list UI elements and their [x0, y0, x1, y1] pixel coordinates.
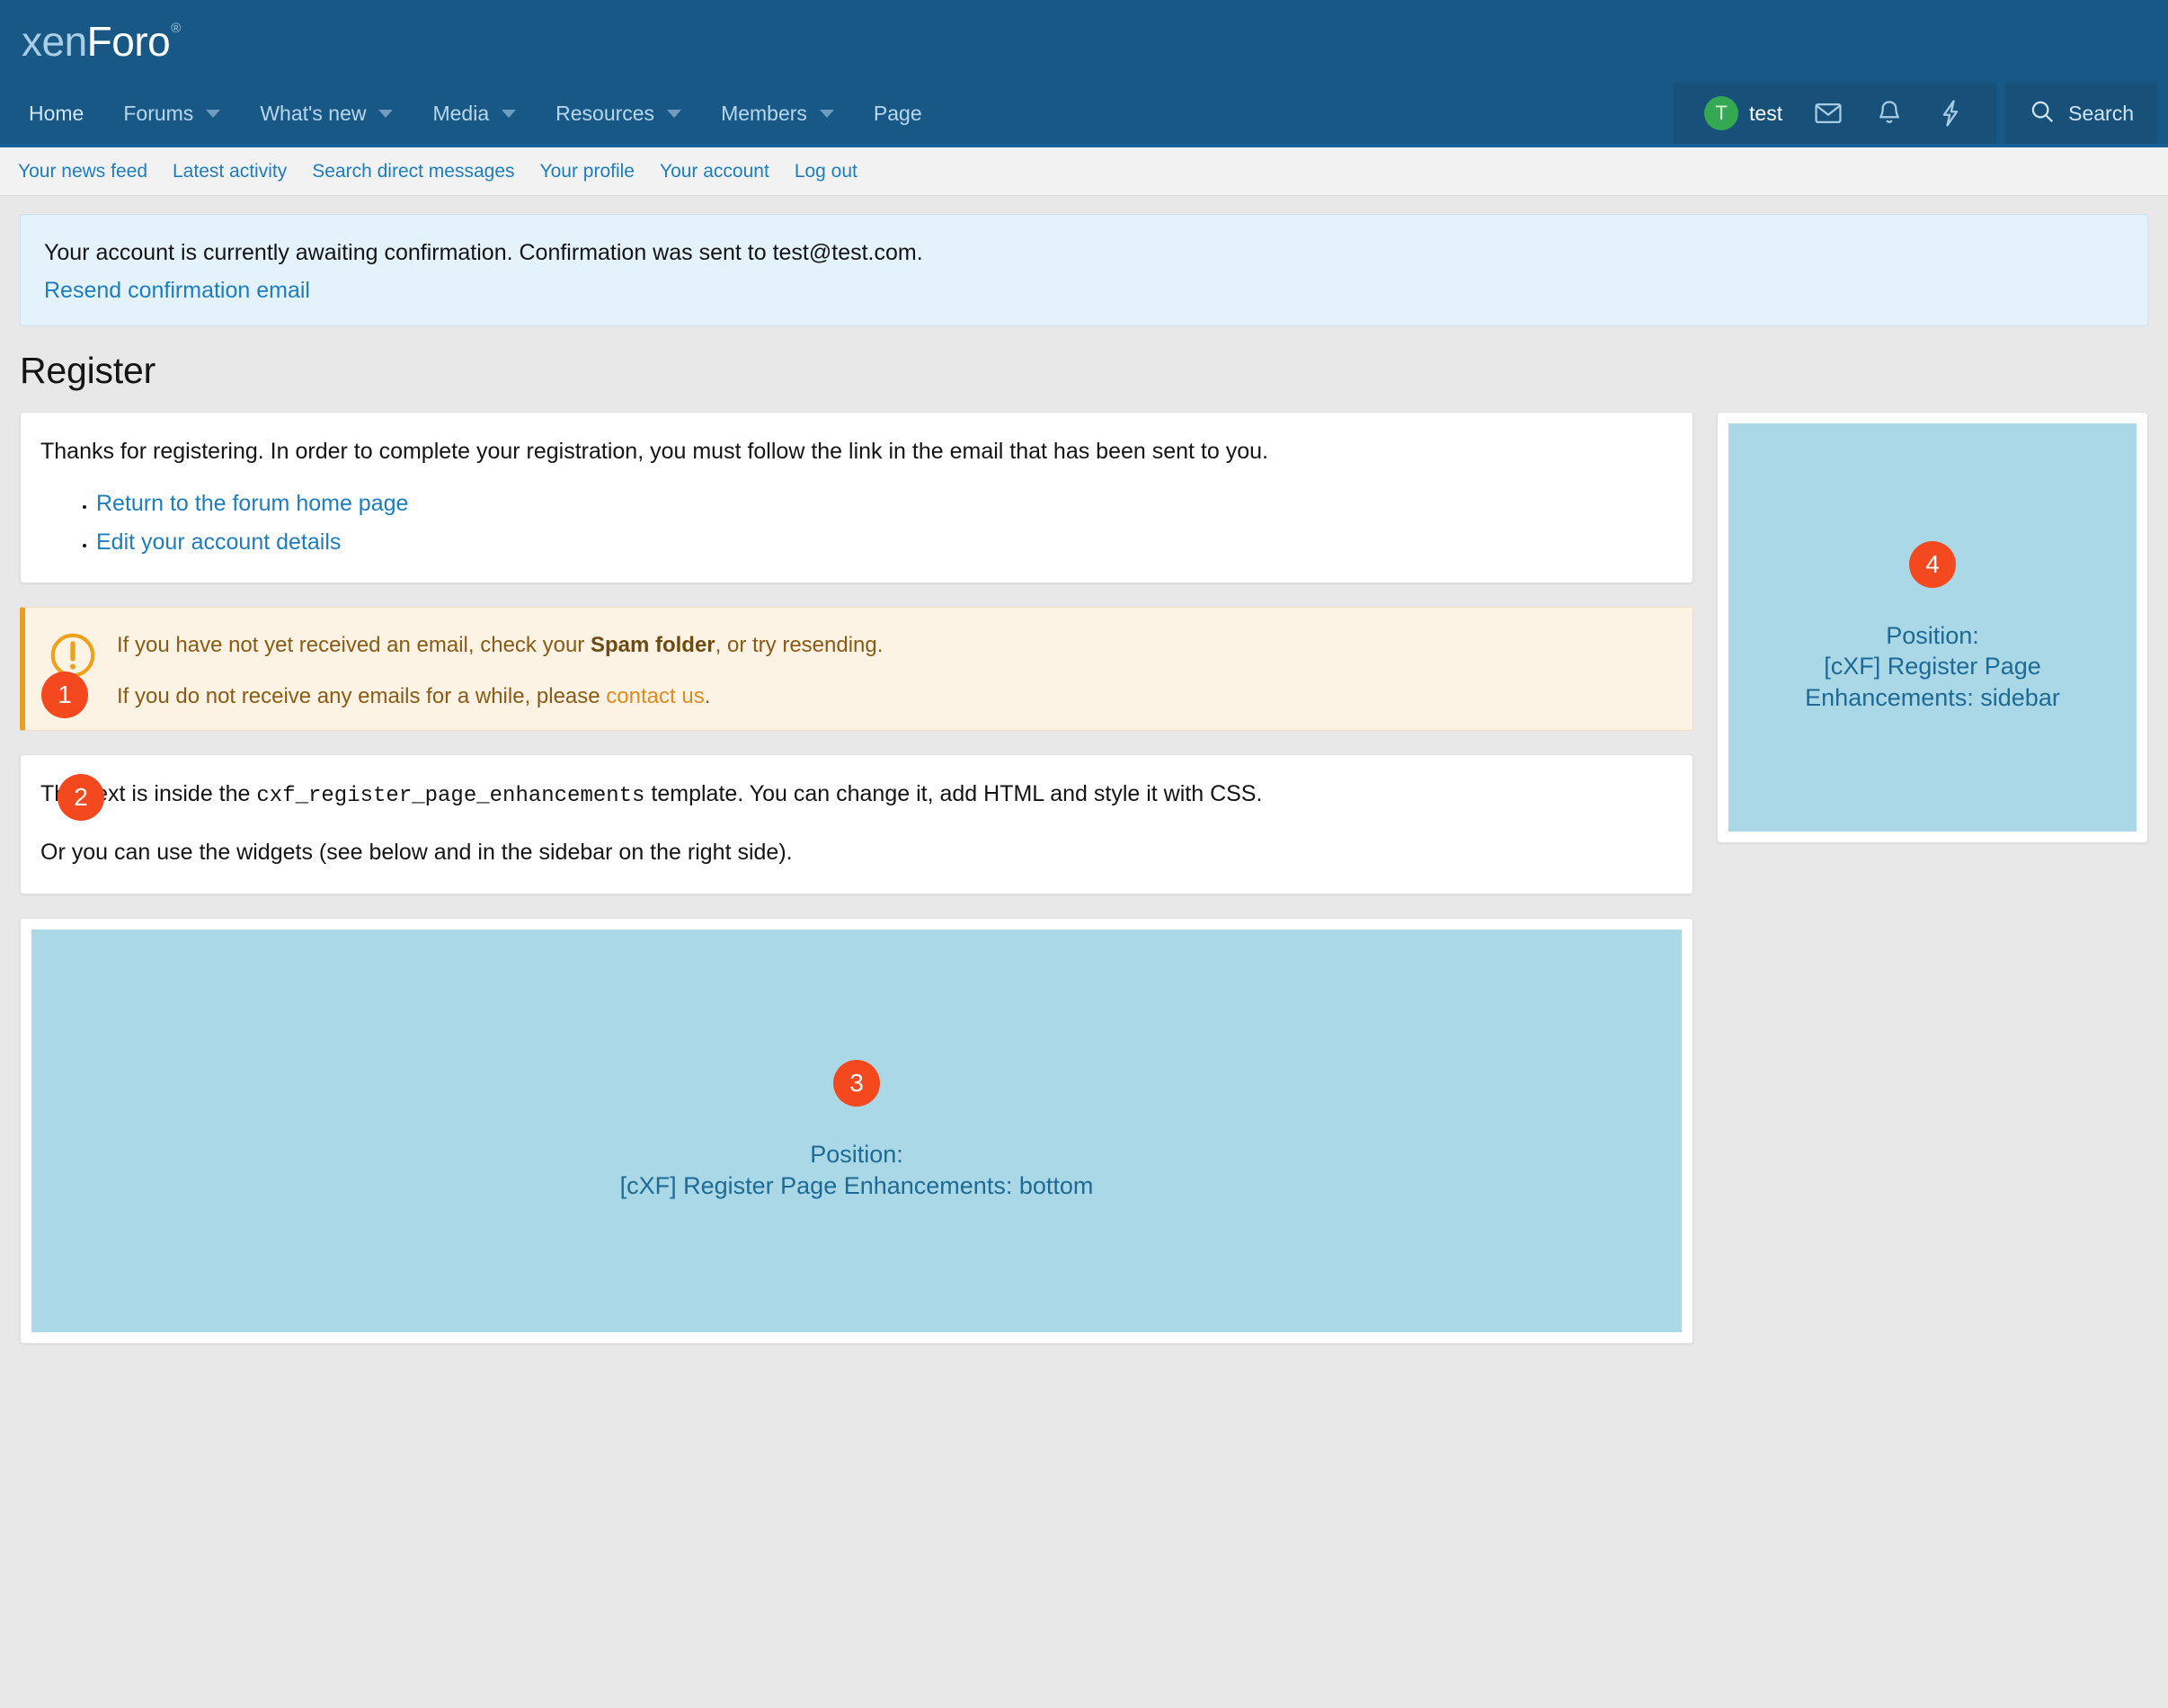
subnav-item-search-direct-messages[interactable]: Search direct messages [312, 161, 514, 182]
return-to-forum-home-link[interactable]: Return to the forum home page [96, 491, 408, 516]
envelope-icon [1813, 98, 1844, 129]
nav-item-members[interactable]: Members [701, 83, 854, 144]
search-icon [2029, 98, 2056, 129]
content-columns: Thanks for registering. In order to comp… [20, 412, 2148, 1344]
subnav-item-log-out[interactable]: Log out [795, 161, 857, 182]
main-navigation: Home Forums What's new Media Resources M… [0, 83, 2168, 147]
logo-text-foro: Foro [87, 18, 171, 65]
logo-bar: xenForo® [0, 0, 2168, 83]
nav-item-media[interactable]: Media [413, 83, 536, 144]
nav-item-label: Members [721, 102, 807, 126]
warning-line-2: If you do not receive any emails for a w… [117, 682, 1671, 710]
annotation-marker-1: 1 [41, 672, 88, 718]
nav-item-label: Media [432, 102, 489, 126]
template-text-block: This text is inside the cxf_register_pag… [20, 754, 1693, 894]
nav-item-forums[interactable]: Forums [103, 83, 240, 144]
bottom-widget: 3 Position: [cXF] Register Page Enhancem… [31, 930, 1682, 1332]
quick-actions-button[interactable] [1923, 98, 1978, 129]
nav-item-home[interactable]: Home [9, 83, 103, 144]
logo-text-xen: xen [22, 18, 87, 65]
email-warning-block: If you have not yet received an email, c… [20, 607, 1693, 731]
bolt-icon [1935, 98, 1966, 129]
page-title: Register [20, 350, 2148, 392]
sidebar-column: 4 Position: [cXF] Register Page Enhancem… [1717, 412, 2148, 843]
bottom-widget-line-2: [cXF] Register Page Enhancements: bottom [620, 1170, 1094, 1202]
chevron-down-icon[interactable] [667, 110, 681, 118]
bottom-widget-line-1: Position: [810, 1139, 903, 1170]
nav-item-label: Resources [555, 102, 654, 126]
warning-line-1-before: If you have not yet received an email, c… [117, 633, 591, 657]
chevron-down-icon[interactable] [820, 110, 834, 118]
registration-thanks-card: Thanks for registering. In order to comp… [20, 412, 1693, 583]
username-label: test [1749, 102, 1782, 126]
email-warning-text: If you have not yet received an email, c… [117, 627, 1671, 710]
template-line-1-after: template. You can change it, add HTML an… [644, 781, 1262, 806]
registration-links-list: Return to the forum home page Edit your … [40, 491, 1673, 556]
annotation-marker-3: 3 [833, 1060, 880, 1107]
registration-thanks-text: Thanks for registering. In order to comp… [40, 436, 1673, 467]
bottom-widget-card: 3 Position: [cXF] Register Page Enhancem… [20, 918, 1693, 1344]
resend-confirmation-email-link[interactable]: Resend confirmation email [44, 278, 2124, 304]
subnav-item-latest-activity[interactable]: Latest activity [173, 161, 287, 182]
nav-item-whats-new[interactable]: What's new [240, 83, 413, 144]
warning-line-1-after: , or try resending. [715, 633, 884, 657]
email-warning-wrapper: If you have not yet received an email, c… [20, 607, 1693, 731]
nav-item-label: Home [29, 102, 84, 126]
sidebar-widget-card: 4 Position: [cXF] Register Page Enhancem… [1717, 412, 2148, 843]
chevron-down-icon[interactable] [378, 110, 393, 118]
nav-items: Home Forums What's new Media Resources M… [9, 83, 942, 144]
registered-trademark-icon: ® [171, 21, 181, 36]
sidebar-widget-line-2: [cXF] Register Page [1824, 651, 2041, 682]
registration-thanks-body: Thanks for registering. In order to comp… [21, 413, 1693, 583]
alerts-button[interactable] [1861, 98, 1917, 129]
subnav-item-your-news-feed[interactable]: Your news feed [18, 161, 147, 182]
sidebar-widget-line-1: Position: [1886, 620, 1979, 652]
search-label: Search [2068, 102, 2134, 126]
account-subnavigation: Your news feed Latest activity Search di… [0, 147, 2168, 196]
template-line-2: Or you can use the widgets (see below an… [40, 837, 1673, 868]
notice-message: Your account is currently awaiting confi… [44, 238, 2124, 269]
chevron-down-icon[interactable] [206, 110, 220, 118]
search-button[interactable]: Search [2005, 83, 2157, 144]
contact-us-link[interactable]: contact us [606, 684, 704, 708]
sidebar-widget: 4 Position: [cXF] Register Page Enhancem… [1728, 423, 2137, 832]
avatar: T [1704, 96, 1738, 130]
warning-line-1: If you have not yet received an email, c… [117, 631, 1671, 659]
user-menu-button[interactable]: T test [1692, 96, 1795, 130]
nav-item-label: Page [874, 102, 922, 126]
spam-folder-emphasis: Spam folder [591, 633, 715, 657]
warning-line-2-after: . [705, 684, 711, 708]
page-content: Your account is currently awaiting confi… [0, 196, 2168, 1344]
chevron-down-icon[interactable] [502, 110, 516, 118]
annotation-marker-4: 4 [1909, 541, 1956, 588]
annotation-marker-2: 2 [58, 774, 104, 821]
nav-item-label: What's new [260, 102, 366, 126]
template-line-1: This text is inside the cxf_register_pag… [40, 778, 1673, 812]
awaiting-confirmation-notice: Your account is currently awaiting confi… [20, 214, 2148, 326]
sidebar-widget-line-3: Enhancements: sidebar [1805, 682, 2060, 714]
site-header: xenForo® Home Forums What's new Media Re… [0, 0, 2168, 147]
nav-item-resources[interactable]: Resources [536, 83, 701, 144]
warning-line-2-before: If you do not receive any emails for a w… [117, 684, 606, 708]
nav-item-label: Forums [123, 102, 193, 126]
main-column: Thanks for registering. In order to comp… [20, 412, 1693, 1344]
template-name-code: cxf_register_page_enhancements [256, 784, 644, 808]
list-item: Return to the forum home page [96, 491, 1673, 517]
nav-right-group: T test [1674, 83, 2157, 144]
bell-icon [1874, 98, 1905, 129]
template-text-wrapper: This text is inside the cxf_register_pag… [20, 754, 1693, 894]
subnav-item-your-profile[interactable]: Your profile [540, 161, 635, 182]
site-logo[interactable]: xenForo® [22, 21, 180, 62]
conversations-button[interactable] [1800, 98, 1856, 129]
edit-account-details-link[interactable]: Edit your account details [96, 529, 341, 555]
list-item: Edit your account details [96, 529, 1673, 556]
nav-item-page[interactable]: Page [854, 83, 942, 144]
subnav-item-your-account[interactable]: Your account [660, 161, 769, 182]
user-menu-block: T test [1674, 83, 1996, 144]
